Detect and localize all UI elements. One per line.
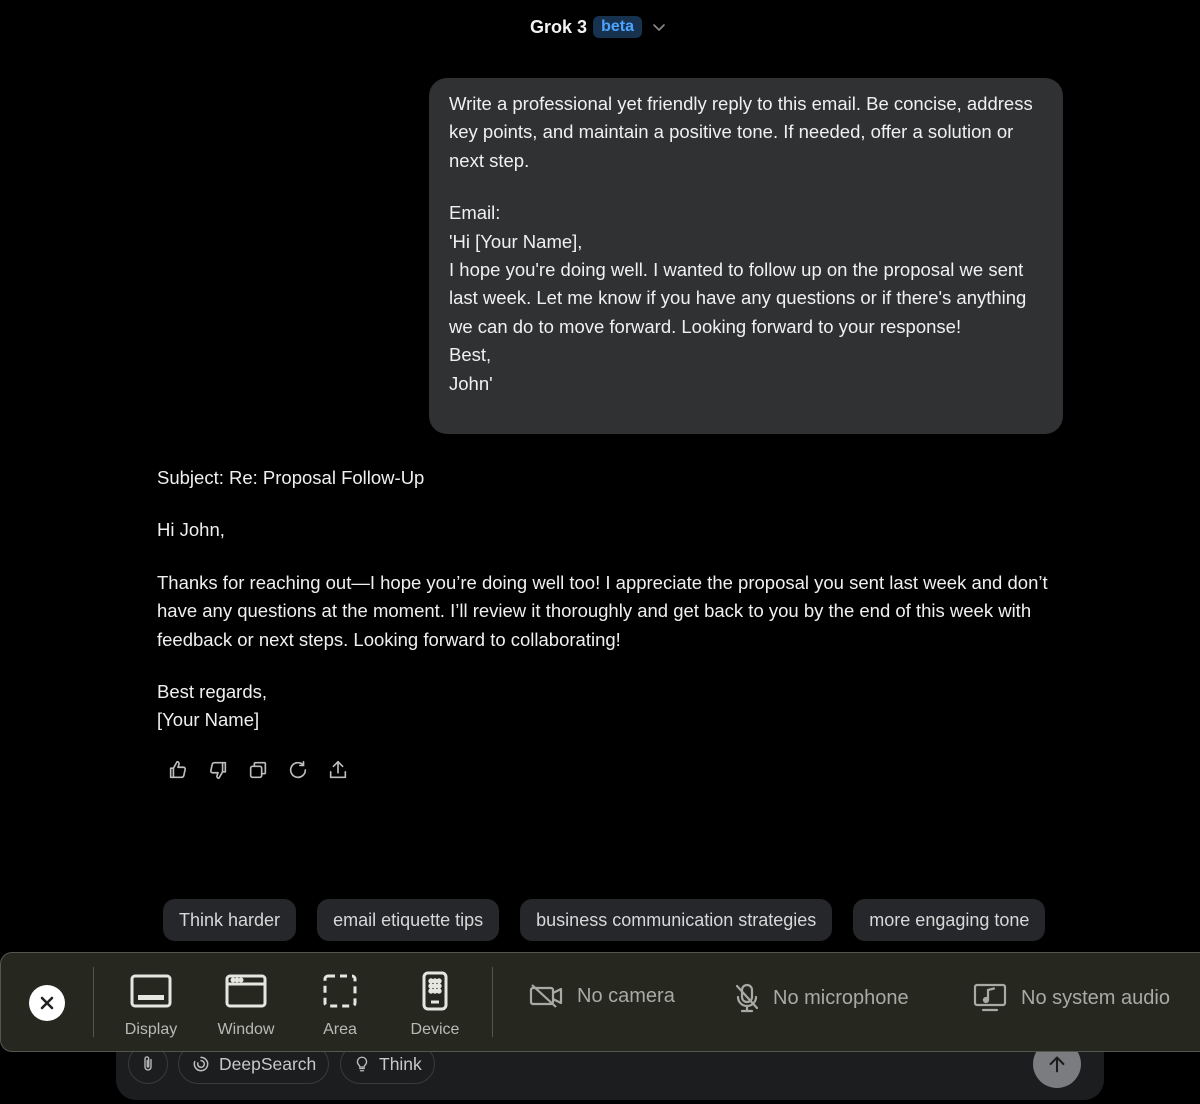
capture-display-label: Display [124,1021,178,1038]
reply-body: Thanks for reaching out—I hope you’re do… [157,571,1048,650]
thumbs-up-icon[interactable] [162,754,194,786]
capture-display-button[interactable]: Display [106,971,196,1039]
close-icon [40,996,54,1010]
thumbs-down-icon[interactable] [202,754,234,786]
suggestion-chips: Think harder email etiquette tips busine… [163,899,1046,941]
display-icon [130,971,172,1011]
system-audio-status: No system audio [1021,986,1170,1009]
chevron-down-icon[interactable] [648,16,670,38]
reply-subject: Subject: Re: Proposal Follow-Up [157,467,425,488]
capture-window-label: Window [217,1021,275,1038]
reply-signoff: Best regards, [Your Name] [157,681,268,731]
camera-status: No camera [577,984,675,1007]
deepsearch-icon [193,1056,209,1072]
suggestion-chip[interactable]: Think harder [163,899,297,941]
regenerate-icon[interactable] [282,754,314,786]
system-audio-icon [973,983,1007,1012]
system-audio-toggle[interactable]: No system audio [973,983,1170,1013]
think-label: Think [379,1053,422,1074]
capture-window-button[interactable]: Window [201,971,291,1039]
deepsearch-label: DeepSearch [219,1053,317,1074]
toolbar-divider [93,967,94,1037]
close-capture-button[interactable] [29,985,65,1021]
assistant-reply: Subject: Re: Proposal Follow-Up Hi John,… [157,464,1057,735]
screen-capture-toolbar: Display Window Area Device No camera No … [0,952,1200,1052]
suggestion-chip[interactable]: business communication strategies [520,899,833,941]
area-selection-icon [322,971,358,1011]
capture-area-button[interactable]: Area [295,971,385,1039]
user-message-email: Email: 'Hi [Your Name], I hope you're do… [449,202,1027,394]
capture-area-label: Area [323,1021,357,1038]
beta-badge: beta [593,16,642,38]
model-name: Grok 3 [530,16,588,37]
microphone-status: No microphone [773,986,909,1009]
arrow-up-icon [1049,1056,1065,1073]
toolbar-divider [492,967,493,1037]
paperclip-icon [144,1056,152,1071]
capture-device-button[interactable]: Device [390,971,480,1039]
reply-greeting: Hi John, [157,519,225,541]
microphone-toggle[interactable]: No microphone [735,983,909,1013]
phone-device-icon [422,971,448,1011]
capture-device-label: Device [410,1021,460,1038]
suggestion-chip[interactable]: email etiquette tips [317,899,500,941]
camera-toggle[interactable]: No camera [529,983,675,1009]
camera-off-icon [529,984,563,1008]
microphone-off-icon [735,983,759,1013]
window-icon [225,971,267,1011]
share-icon[interactable] [322,754,354,786]
reply-actions [162,754,354,786]
suggestion-chip[interactable]: more engaging tone [853,899,1046,941]
lightbulb-icon [356,1056,368,1072]
user-message-instruction: Write a professional yet friendly reply … [449,93,1038,171]
copy-icon[interactable] [242,754,274,786]
model-selector[interactable]: Grok 3 beta [0,12,1200,42]
user-message-bubble: Write a professional yet friendly reply … [429,78,1063,434]
